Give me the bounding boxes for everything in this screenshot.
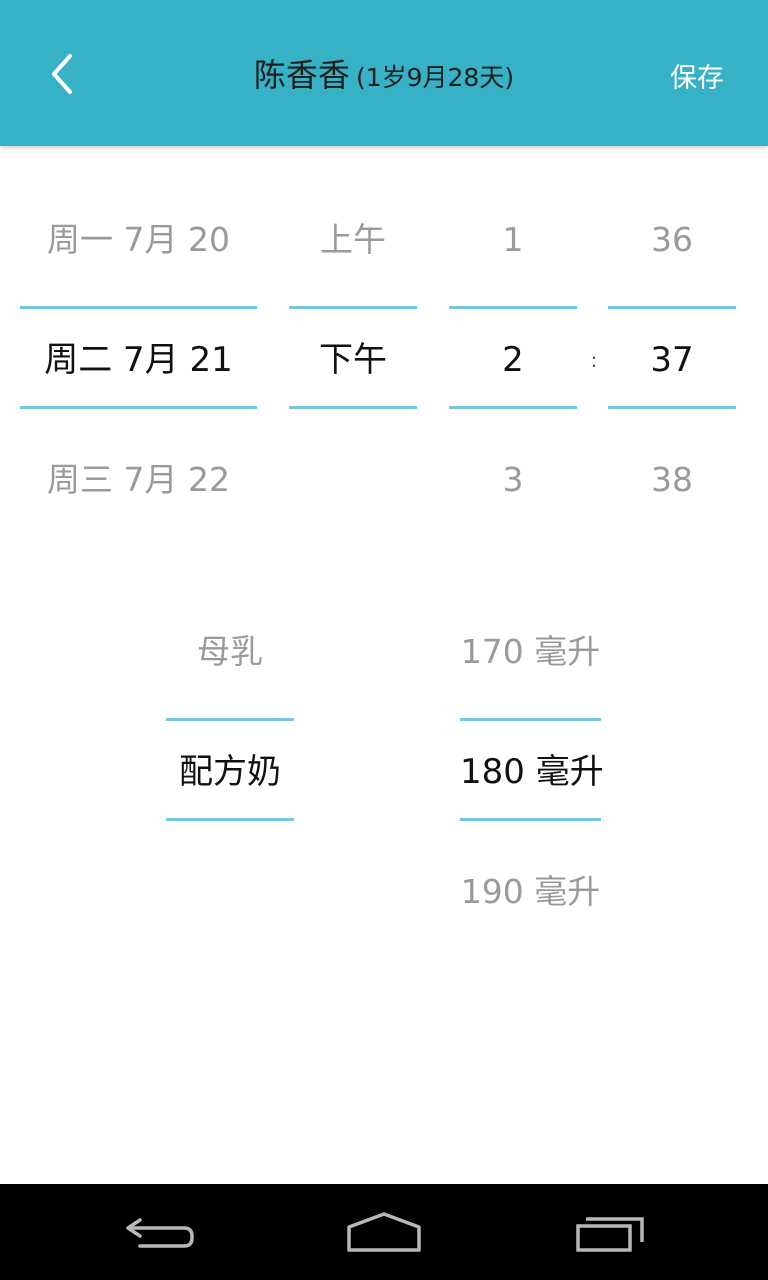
period-option-selected[interactable]: 下午 [289, 300, 417, 420]
minute-wheel[interactable]: 36 37 38 [608, 180, 736, 540]
selection-line-top [289, 306, 417, 309]
feed-picker: 母乳 配方奶 170 毫升 180 毫升 190 毫升 [0, 592, 768, 952]
selection-line-bottom [166, 818, 294, 821]
hour-option-next[interactable]: 3 [449, 420, 577, 540]
nav-recents-button[interactable] [560, 1198, 660, 1266]
selection-line-top [608, 306, 736, 309]
period-option-prev[interactable]: 上午 [289, 180, 417, 300]
back-arrow-icon [126, 1218, 194, 1248]
selection-line-top [20, 306, 257, 309]
selection-line-bottom [449, 406, 577, 409]
feed-type-option-next[interactable] [166, 832, 294, 952]
minute-option-next[interactable]: 38 [608, 420, 736, 540]
feed-amount-option-selected[interactable]: 180 毫升 [460, 712, 604, 832]
nav-home-button[interactable] [334, 1198, 434, 1266]
date-option-selected[interactable]: 周二 7月 21 [20, 300, 257, 420]
selection-line-top [460, 718, 601, 721]
nav-back-button[interactable] [110, 1198, 210, 1266]
datetime-picker: 周一 7月 20 周二 7月 21 周三 7月 22 上午 下午 1 2 3 :… [0, 180, 768, 540]
date-option-prev[interactable]: 周一 7月 20 [20, 180, 257, 300]
selection-line-top [449, 306, 577, 309]
feed-type-option-prev[interactable]: 母乳 [166, 592, 294, 712]
home-icon [347, 1212, 421, 1252]
recent-apps-icon [576, 1217, 644, 1252]
feed-amount-option-next[interactable]: 190 毫升 [460, 832, 601, 952]
app-header: 陈香香 (1岁9月28天) 保存 [0, 0, 768, 146]
selection-line-top [166, 718, 294, 721]
feed-type-wheel[interactable]: 母乳 配方奶 [166, 592, 294, 952]
save-button[interactable]: 保存 [670, 56, 724, 95]
selection-line-bottom [608, 406, 736, 409]
baby-name: 陈香香 [253, 56, 350, 94]
page-title: 陈香香 (1岁9月28天) [0, 50, 768, 96]
time-separator: : [590, 348, 598, 372]
hour-wheel[interactable]: 1 2 3 [449, 180, 577, 540]
period-option-next[interactable] [289, 420, 417, 540]
period-wheel[interactable]: 上午 下午 [289, 180, 417, 540]
selection-line-bottom [289, 406, 417, 409]
date-option-next[interactable]: 周三 7月 22 [20, 420, 257, 540]
minute-option-prev[interactable]: 36 [608, 180, 736, 300]
selection-line-bottom [460, 818, 601, 821]
feed-amount-option-prev[interactable]: 170 毫升 [460, 592, 601, 712]
system-nav-bar [0, 1184, 768, 1280]
date-wheel[interactable]: 周一 7月 20 周二 7月 21 周三 7月 22 [20, 180, 257, 540]
hour-option-selected[interactable]: 2 [449, 300, 577, 420]
selection-line-bottom [20, 406, 257, 409]
feed-amount-wheel[interactable]: 170 毫升 180 毫升 190 毫升 [460, 592, 604, 952]
baby-age: (1岁9月28天) [355, 63, 515, 92]
hour-option-prev[interactable]: 1 [449, 180, 577, 300]
feed-type-option-selected[interactable]: 配方奶 [166, 712, 294, 832]
minute-option-selected[interactable]: 37 [608, 300, 736, 420]
